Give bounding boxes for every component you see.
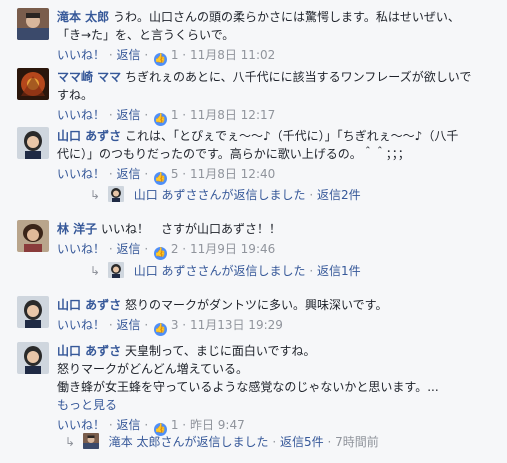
thumbs-up-icon: 👍 xyxy=(154,247,167,260)
avatar[interactable] xyxy=(17,8,49,40)
timestamp[interactable]: 昨日 9:47 xyxy=(190,418,245,432)
like-count[interactable]: 5 xyxy=(171,167,179,181)
comment-author[interactable]: 滝本 太郎 xyxy=(57,10,109,24)
like-count[interactable]: 3 xyxy=(171,318,179,332)
like-link[interactable]: いいね！ xyxy=(57,48,105,62)
reply-link[interactable]: 返信 xyxy=(117,418,141,432)
comment-text: 代に）」のつもりだったのです。高らかに歌い上げるの。＾＾；；； xyxy=(57,147,410,161)
comment-text: いいね！ さすが山口あずさ！！ xyxy=(101,222,282,236)
reply-arrow-icon: ↳ xyxy=(90,188,101,202)
like-count[interactable]: 1 xyxy=(171,418,179,432)
view-replies-link[interactable]: ↳ 山口 あずささんが返信しました · 返信1件 xyxy=(90,262,361,280)
view-replies-link[interactable]: ↳ 滝本 太郎さんが返信しました · 返信5件 · 7時間前 xyxy=(65,433,379,451)
comment-author[interactable]: 山口 あずさ xyxy=(57,344,121,358)
like-count[interactable]: 1 xyxy=(171,108,179,122)
like-link[interactable]: いいね！ xyxy=(57,108,105,122)
avatar[interactable] xyxy=(17,296,49,328)
like-link[interactable]: いいね！ xyxy=(57,318,105,332)
avatar xyxy=(107,186,124,202)
comment-author[interactable]: ママ崎 ママ xyxy=(57,70,121,84)
like-link[interactable]: いいね！ xyxy=(57,167,105,181)
like-count[interactable]: 1 xyxy=(171,48,179,62)
timestamp[interactable]: 11月9日 19:46 xyxy=(190,242,275,256)
comment-item: 山口 あずさ 天皇制って、まじに面白いですね。 怒りマークがどんどん増えている。… xyxy=(17,342,499,436)
comment-actions: いいね！ · 返信 · 👍 5 · 11月8日 12:40 xyxy=(57,167,276,185)
reply-link[interactable]: 返信 xyxy=(117,318,141,332)
comment-item: 山口 あずさ これは、「とぴぇでぇ〜〜♪（千代に）」「ちぎれぇ〜〜♪（八千 代に… xyxy=(17,127,499,185)
comment-text: 怒りマークがどんどん増えている。 xyxy=(57,362,249,376)
comment-text: 「き→た」を、と言うくらいで。 xyxy=(57,28,235,42)
avatar xyxy=(107,262,124,278)
reply-arrow-icon: ↳ xyxy=(65,435,76,449)
reply-count[interactable]: 返信5件 xyxy=(280,435,324,449)
reply-link[interactable]: 返信 xyxy=(117,167,141,181)
reply-link[interactable]: 返信 xyxy=(117,242,141,256)
comment-text: すね。 xyxy=(57,88,94,102)
comment-text: 天皇制って、まじに面白いですね。 xyxy=(125,344,316,358)
comment-author[interactable]: 林 洋子 xyxy=(57,222,97,236)
reply-timestamp: 7時間前 xyxy=(335,435,379,449)
comment-item: 滝本 太郎 うわ。山口さんの頭の柔らかさには驚愕します。私はせいぜい、 「き→た… xyxy=(17,8,499,66)
comment-item: 林 洋子 いいね！ さすが山口あずさ！！ いいね！ · 返信 · 👍 2 · 1… xyxy=(17,220,499,260)
reply-link[interactable]: 返信 xyxy=(117,48,141,62)
reply-summary[interactable]: 山口 あずささんが返信しました xyxy=(134,188,306,202)
comment-actions: いいね！ · 返信 · 👍 1 · 11月8日 12:17 xyxy=(57,108,276,126)
avatar xyxy=(82,433,99,449)
like-link[interactable]: いいね！ xyxy=(57,418,105,432)
view-replies-link[interactable]: ↳ 山口 あずささんが返信しました · 返信2件 xyxy=(90,186,361,204)
comment-text: これは、「とぴぇでぇ〜〜♪（千代に）」「ちぎれぇ〜〜♪（八千 xyxy=(125,129,459,143)
thumbs-up-icon: 👍 xyxy=(154,323,167,336)
comment-author[interactable]: 山口 あずさ xyxy=(57,298,121,312)
reply-arrow-icon: ↳ xyxy=(90,264,101,278)
thumbs-up-icon: 👍 xyxy=(154,53,167,66)
see-more-link[interactable]: もっと見る xyxy=(57,396,499,414)
avatar[interactable] xyxy=(17,127,49,159)
reply-count[interactable]: 返信2件 xyxy=(317,188,361,202)
comment-actions: いいね！ · 返信 · 👍 1 · 11月8日 11:02 xyxy=(57,48,276,66)
avatar[interactable] xyxy=(17,68,49,100)
reply-link[interactable]: 返信 xyxy=(117,108,141,122)
thumbs-up-icon: 👍 xyxy=(154,172,167,185)
comment-actions: いいね！ · 返信 · 👍 2 · 11月9日 19:46 xyxy=(57,242,276,260)
comment-item: ママ崎 ママ ちぎれぇのあとに、八千代にに該当するワンフレーズが欲しいで すね。… xyxy=(17,68,499,126)
comment-actions: いいね！ · 返信 · 👍 3 · 11月13日 19:29 xyxy=(57,318,283,336)
timestamp[interactable]: 11月8日 12:17 xyxy=(190,108,275,122)
avatar[interactable] xyxy=(17,220,49,252)
comment-text: 怒りのマークがダントツに多い。興味深いです。 xyxy=(125,298,388,312)
reply-count[interactable]: 返信1件 xyxy=(317,264,361,278)
timestamp[interactable]: 11月8日 12:40 xyxy=(190,167,275,181)
comment-text: ちぎれぇのあとに、八千代にに該当するワンフレーズが欲しいで xyxy=(125,70,472,84)
reply-summary[interactable]: 山口 あずささんが返信しました xyxy=(134,264,306,278)
comment-text: うわ。山口さんの頭の柔らかさには驚愕します。私はせいぜい、 xyxy=(113,10,460,24)
comment-text: 働き蜂が女王蜂を守っているような感覚なのじゃないかと思います。... xyxy=(57,380,439,394)
timestamp[interactable]: 11月13日 19:29 xyxy=(190,318,283,332)
like-link[interactable]: いいね！ xyxy=(57,242,105,256)
like-count[interactable]: 2 xyxy=(171,242,179,256)
comment-author[interactable]: 山口 あずさ xyxy=(57,129,121,143)
avatar[interactable] xyxy=(17,342,49,374)
timestamp[interactable]: 11月8日 11:02 xyxy=(190,48,275,62)
thumbs-up-icon: 👍 xyxy=(154,113,167,126)
comment-item: 山口 あずさ 怒りのマークがダントツに多い。興味深いです。 いいね！ · 返信 … xyxy=(17,296,499,336)
reply-summary[interactable]: 滝本 太郎さんが返信しました xyxy=(109,435,269,449)
